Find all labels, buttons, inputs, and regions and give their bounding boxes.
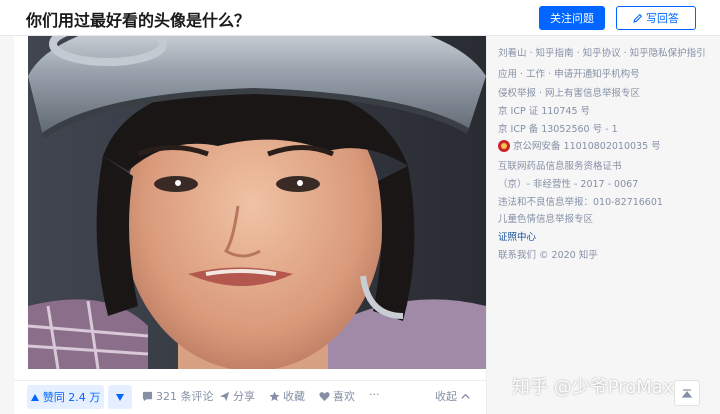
question-title[interactable]: 你们用过最好看的头像是什么？ [26, 7, 250, 31]
footer-police-record[interactable]: 京公网安备 11010802010035 号 [498, 138, 661, 153]
pencil-icon [633, 13, 643, 23]
share-label: 分享 [233, 390, 255, 403]
footer-links-guide[interactable]: 刘看山 · 知乎指南 · 知乎协议 · 知乎隐私保护指引 [498, 45, 706, 59]
collapse-button[interactable]: 收起 [435, 388, 471, 404]
footer-license-center[interactable]: 证照中心 [498, 229, 536, 243]
footer-police-record-label: 京公网安备 11010802010035 号 [513, 141, 661, 152]
write-answer-button[interactable]: 写回答 [616, 6, 696, 30]
answer-card [14, 36, 486, 414]
question-header: 你们用过最好看的头像是什么？ 关注问题 写回答 [0, 0, 720, 36]
footer-report-hotline: 违法和不良信息举报：010-82716601 [498, 197, 663, 208]
footer-non-commercial: （京）- 非经营性 - 2017 - 0067 [498, 179, 639, 190]
triangle-up-icon [30, 393, 39, 401]
like-label: 喜欢 [333, 390, 355, 403]
back-to-top-button[interactable] [674, 380, 700, 406]
share-icon [219, 391, 230, 401]
triangle-down-icon [116, 393, 124, 401]
collapse-label: 收起 [435, 390, 457, 403]
police-badge-icon [498, 139, 510, 152]
star-icon [269, 390, 280, 401]
answer-action-bar: 赞同 2.4 万 321 条评论 分享 收藏 喜欢 ··· 收起 [14, 380, 486, 414]
vote-up-label: 赞同 2.4 万 [42, 391, 101, 404]
footer-contact-copyright[interactable]: 联系我们 © 2020 知乎 [498, 247, 598, 261]
footer-child-report[interactable]: 儿童色情信息举报专区 [498, 211, 593, 225]
footer-links-apps[interactable]: 应用 · 工作 · 申请开通知乎机构号 [498, 66, 640, 80]
footer-links-report[interactable]: 侵权举报 · 网上有害信息举报专区 [498, 85, 640, 99]
favorite-label: 收藏 [283, 390, 305, 403]
footer-icp-record[interactable]: 京 ICP 备 13052560 号 - 1 [498, 121, 618, 135]
favorite-button[interactable]: 收藏 [269, 388, 305, 404]
footer-icp-license[interactable]: 京 ICP 证 110745 号 [498, 103, 590, 117]
comments-button[interactable]: 321 条评论 [142, 388, 214, 404]
answer-image[interactable] [28, 36, 486, 369]
arrow-up-icon [681, 389, 693, 398]
like-button[interactable]: 喜欢 [319, 388, 355, 404]
share-button[interactable]: 分享 [219, 388, 255, 404]
comment-icon [142, 391, 153, 401]
chevron-up-icon [461, 393, 470, 399]
zhihu-watermark: 知乎 @少爷ProMax [512, 377, 674, 398]
vote-down-button[interactable] [108, 385, 132, 409]
write-answer-label: 写回答 [646, 12, 679, 25]
follow-question-button[interactable]: 关注问题 [539, 6, 605, 30]
vote-up-button[interactable]: 赞同 2.4 万 [27, 385, 104, 409]
heart-icon [319, 391, 330, 401]
sidebar-footer: 刘看山 · 知乎指南 · 知乎协议 · 知乎隐私保护指引 应用 · 工作 · 申… [486, 36, 720, 414]
more-button[interactable]: ··· [369, 388, 380, 401]
comments-label: 321 条评论 [156, 390, 214, 403]
footer-drug-info-cert[interactable]: 互联网药品信息服务资格证书 [498, 158, 622, 172]
